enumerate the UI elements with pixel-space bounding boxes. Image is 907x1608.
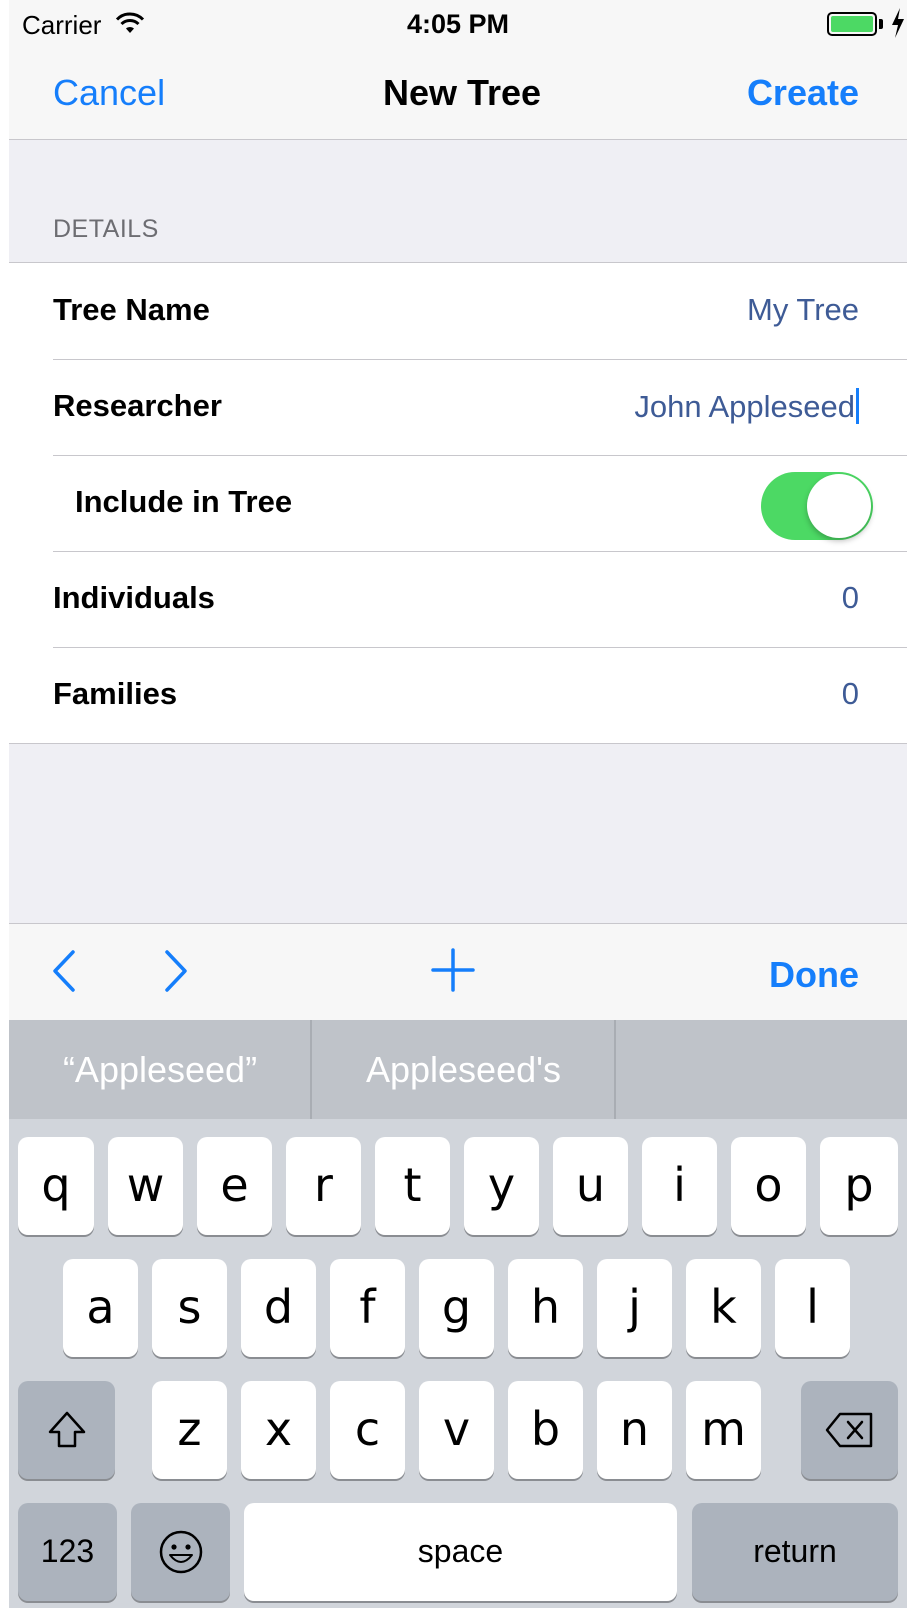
keyboard: q w e r t y u i o p a s d f g h j k l z … [9, 1119, 907, 1608]
shift-key[interactable] [18, 1381, 115, 1479]
key-m[interactable]: m [686, 1381, 761, 1479]
individuals-label: Individuals [53, 580, 215, 615]
charging-bolt-icon [891, 8, 905, 43]
status-bar: Carrier 4:05 PM [9, 0, 907, 48]
create-button[interactable]: Create [747, 72, 859, 114]
key-b[interactable]: b [508, 1381, 583, 1479]
tree-name-label: Tree Name [53, 292, 210, 327]
battery-icon [827, 12, 877, 36]
key-h[interactable]: h [508, 1259, 583, 1357]
key-c[interactable]: c [330, 1381, 405, 1479]
individuals-count: 0 [841, 580, 859, 615]
key-f[interactable]: f [330, 1259, 405, 1357]
key-t[interactable]: t [375, 1137, 450, 1235]
key-a[interactable]: a [63, 1259, 138, 1357]
key-e[interactable]: e [197, 1137, 272, 1235]
include-in-tree-row: Include in Tree [9, 455, 907, 551]
numbers-key[interactable]: 123 [18, 1503, 117, 1601]
status-time: 4:05 PM [406, 9, 510, 39]
screen: Carrier 4:05 PM Cancel New Tree Create D… [9, 0, 907, 1608]
return-key[interactable]: return [692, 1503, 898, 1601]
researcher-label: Researcher [53, 388, 222, 423]
done-button[interactable]: Done [769, 954, 859, 996]
space-key[interactable]: space [244, 1503, 677, 1601]
predictive-text-bar: “Appleseed” Appleseed's [9, 1020, 907, 1119]
researcher-row[interactable]: Researcher John Appleseed [9, 359, 907, 455]
families-label: Families [53, 676, 178, 711]
key-n[interactable]: n [597, 1381, 672, 1479]
tree-name-row[interactable]: Tree Name My Tree [9, 263, 907, 359]
delete-icon [825, 1412, 872, 1448]
key-k[interactable]: k [686, 1259, 761, 1357]
researcher-field[interactable]: John Appleseed [634, 388, 859, 425]
delete-key[interactable] [801, 1381, 898, 1479]
key-l[interactable]: l [775, 1259, 850, 1357]
shift-icon [48, 1411, 85, 1448]
key-u[interactable]: u [553, 1137, 628, 1235]
families-count: 0 [841, 676, 859, 711]
individuals-row[interactable]: Individuals 0 [9, 551, 907, 647]
suggestion-1[interactable]: “Appleseed” [9, 1020, 311, 1119]
key-j[interactable]: j [597, 1259, 672, 1357]
families-row[interactable]: Families 0 [9, 647, 907, 743]
navigation-bar: Cancel New Tree Create [9, 48, 907, 140]
key-s[interactable]: s [152, 1259, 227, 1357]
toggle-knob [807, 474, 871, 538]
chevron-right-icon[interactable] [161, 946, 191, 1001]
key-d[interactable]: d [241, 1259, 316, 1357]
emoji-key[interactable] [131, 1503, 230, 1601]
key-q[interactable]: q [18, 1137, 94, 1235]
section-header-details: DETAILS [53, 215, 159, 243]
key-z[interactable]: z [152, 1381, 227, 1479]
key-v[interactable]: v [419, 1381, 494, 1479]
key-r[interactable]: r [286, 1137, 361, 1235]
suggestion-2[interactable]: Appleseed's [312, 1020, 615, 1119]
suggestion-3[interactable] [616, 1020, 907, 1119]
key-g[interactable]: g [419, 1259, 494, 1357]
researcher-value: John Appleseed [634, 389, 855, 424]
include-in-tree-toggle[interactable] [761, 472, 873, 540]
emoji-icon [159, 1530, 202, 1574]
text-cursor [856, 388, 859, 424]
tree-name-field[interactable]: My Tree [747, 292, 859, 328]
plus-icon[interactable] [431, 948, 475, 997]
keyboard-accessory-toolbar: Done [9, 923, 907, 1020]
key-i[interactable]: i [642, 1137, 717, 1235]
key-y[interactable]: y [464, 1137, 539, 1235]
key-p[interactable]: p [820, 1137, 898, 1235]
key-w[interactable]: w [108, 1137, 183, 1235]
chevron-left-icon[interactable] [49, 946, 79, 1001]
include-in-tree-label: Include in Tree [75, 484, 293, 519]
battery-nub [879, 19, 883, 29]
details-table: Tree Name My Tree Researcher John Apples… [9, 262, 907, 744]
key-o[interactable]: o [731, 1137, 806, 1235]
key-x[interactable]: x [241, 1381, 316, 1479]
